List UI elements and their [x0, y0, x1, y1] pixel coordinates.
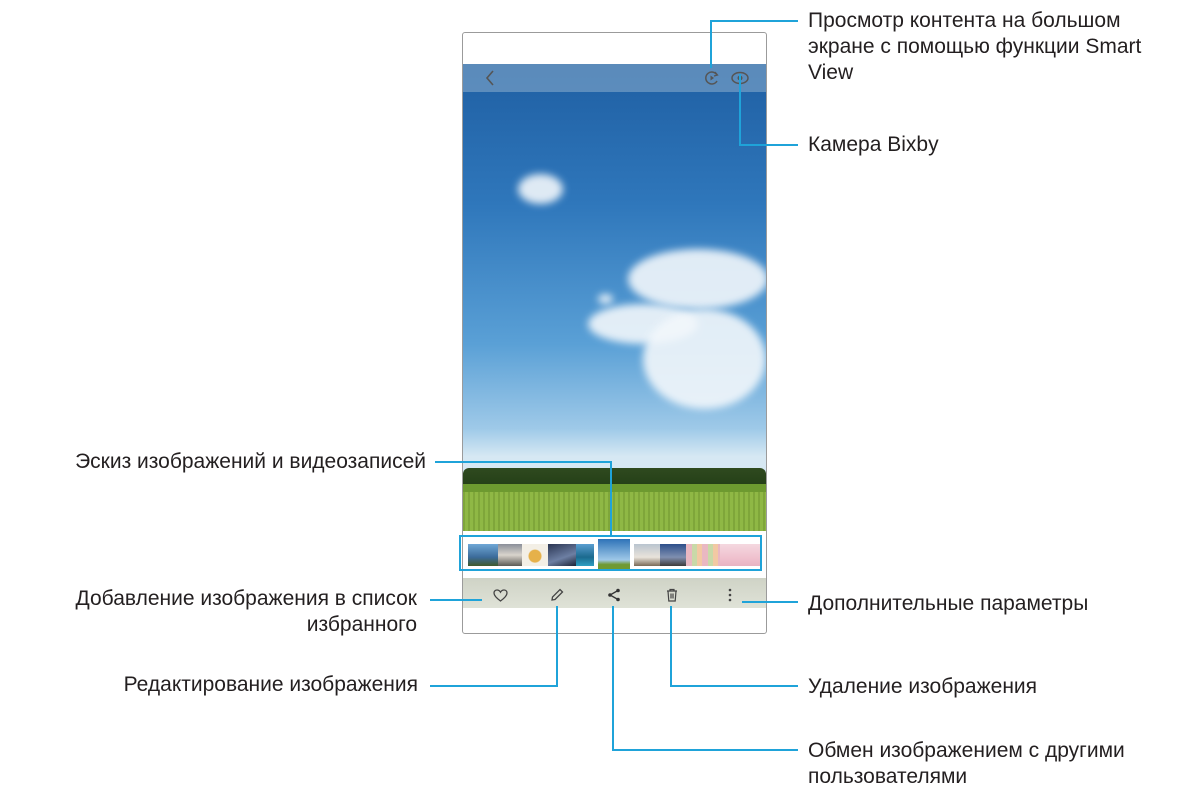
- cloud: [598, 294, 613, 304]
- callout-thumbnails: Эскиз изображений и видеозаписей: [75, 450, 426, 473]
- callout-line: [430, 685, 558, 687]
- callout-line: [670, 606, 672, 687]
- share-button[interactable]: [602, 583, 626, 607]
- callout-line: [612, 749, 798, 751]
- callout-line: [710, 20, 798, 22]
- callout-bixby: Камера Bixby: [808, 133, 939, 156]
- cloud: [643, 309, 766, 409]
- callout-edit: Редактирование изображения: [123, 673, 418, 696]
- callout-line: [612, 606, 614, 751]
- callout-line: [670, 685, 798, 687]
- callout-share: Обмен изображением с другими пользовател…: [808, 739, 1125, 788]
- pencil-icon: [551, 588, 564, 601]
- smart-view-icon: [705, 71, 719, 85]
- callout-line: [739, 74, 741, 146]
- delete-button[interactable]: [660, 583, 684, 607]
- more-options-button[interactable]: [718, 583, 742, 607]
- thumbnail-highlight: [459, 535, 762, 571]
- callout-more: Дополнительные параметры: [808, 592, 1089, 615]
- cloud: [518, 174, 563, 204]
- more-vertical-icon: [728, 588, 732, 602]
- edit-button[interactable]: [545, 583, 569, 607]
- back-button[interactable]: [479, 64, 501, 92]
- favorite-button[interactable]: [488, 583, 512, 607]
- callout-smart-view: Просмотр контента на большом экране с по…: [808, 9, 1142, 84]
- callout-favorite: Добавление изображения в список избранно…: [75, 587, 417, 636]
- callout-line: [710, 20, 712, 68]
- callout-line: [430, 599, 482, 601]
- chevron-left-icon: [485, 70, 494, 86]
- heart-icon: [492, 588, 508, 602]
- callout-line: [739, 144, 798, 146]
- callout-line: [556, 606, 558, 687]
- callout-line: [742, 601, 798, 603]
- trash-icon: [667, 588, 677, 602]
- callout-line: [610, 461, 612, 537]
- share-icon: [608, 588, 620, 602]
- rice-field: [463, 492, 766, 531]
- cloud: [628, 249, 766, 309]
- callout-delete: Удаление изображения: [808, 675, 1038, 698]
- smart-view-button[interactable]: [701, 64, 723, 92]
- callout-line: [435, 461, 612, 463]
